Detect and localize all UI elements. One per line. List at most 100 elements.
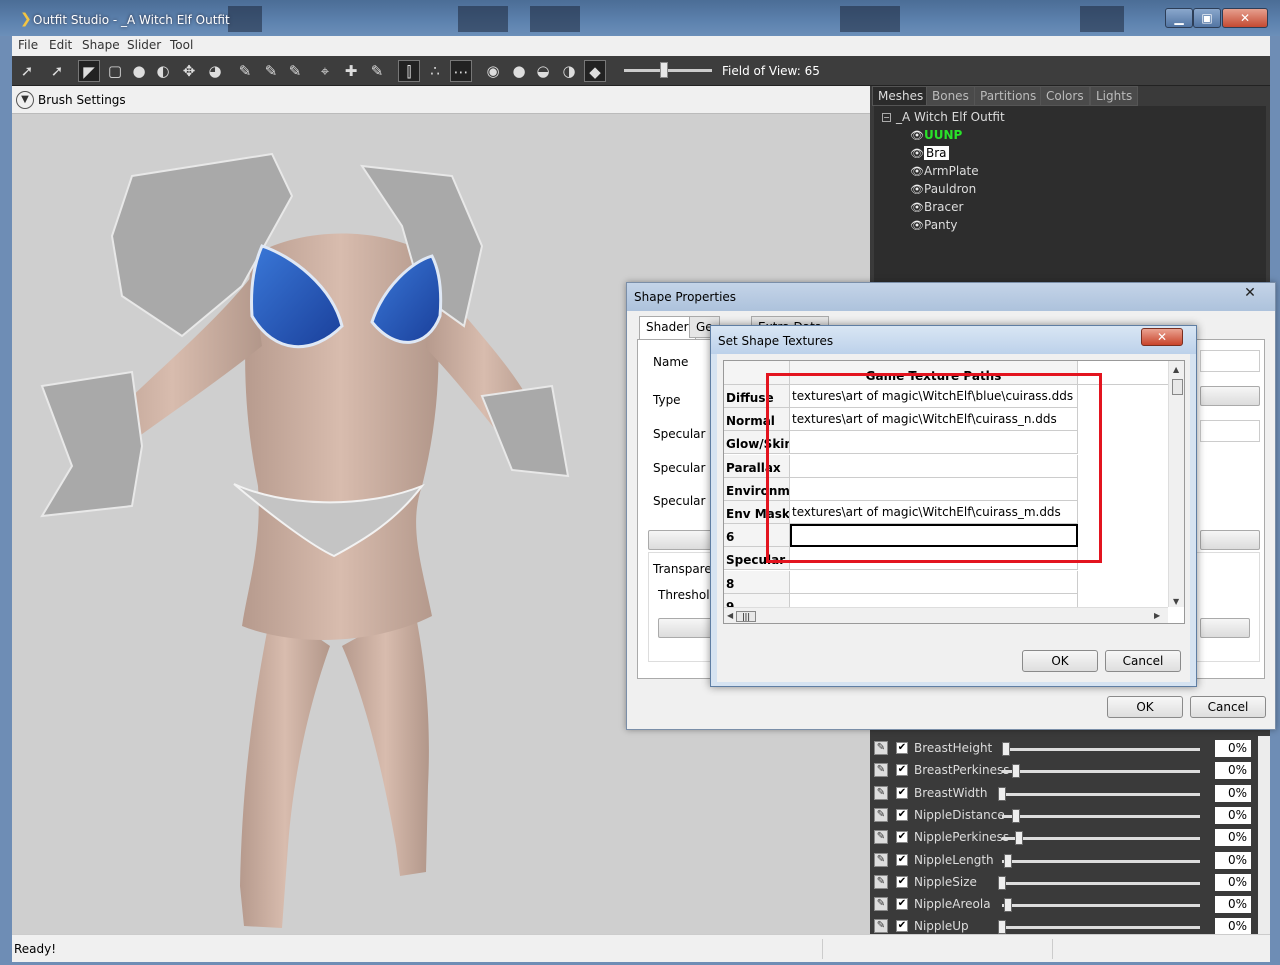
pivot-icon[interactable]: ⌖ bbox=[314, 60, 336, 82]
transform-icon[interactable]: ➚ bbox=[46, 60, 68, 82]
edit-slider-icon[interactable]: ✎ bbox=[874, 897, 888, 912]
visibility-eye-icon[interactable]: 👁 bbox=[910, 219, 924, 232]
edit-slider-icon[interactable]: ✎ bbox=[874, 852, 888, 867]
edit-slider-icon[interactable]: ✎ bbox=[874, 830, 888, 845]
slider-track[interactable] bbox=[1002, 859, 1200, 863]
tab-colors[interactable]: Colors bbox=[1040, 86, 1090, 106]
slider-thumb[interactable] bbox=[1015, 831, 1024, 846]
slider-thumb[interactable] bbox=[998, 786, 1006, 801]
slider-value[interactable]: 0% bbox=[1215, 762, 1251, 780]
slider-thumb[interactable] bbox=[1011, 764, 1020, 779]
scroll-left-icon[interactable]: ◀ bbox=[727, 611, 733, 620]
tab-lights[interactable]: Lights bbox=[1090, 86, 1139, 106]
inflate-icon[interactable]: ● bbox=[128, 60, 150, 82]
slider-value[interactable]: 0% bbox=[1215, 740, 1251, 757]
mesh-item[interactable]: 👁 Bra bbox=[910, 146, 949, 163]
move-icon[interactable]: ✥ bbox=[178, 60, 200, 82]
sphere-icon[interactable]: ● bbox=[508, 60, 530, 82]
collapse-icon[interactable]: − bbox=[882, 113, 891, 122]
smooth-icon[interactable]: ◕ bbox=[204, 60, 226, 82]
slider-list-scrollbar[interactable] bbox=[1258, 736, 1270, 934]
slider-checkbox[interactable]: ✔ bbox=[896, 808, 908, 821]
edit-slider-icon[interactable]: ✎ bbox=[874, 763, 888, 778]
title-bar[interactable]: ❯ Outfit Studio - _A Witch Elf Outfit ▁ … bbox=[0, 0, 1280, 36]
slider-row[interactable]: ✎ ✔ BreastWidth 0% bbox=[870, 783, 1258, 805]
edit-slider-icon[interactable]: ✎ bbox=[874, 919, 888, 934]
undiff-icon[interactable]: ✎ bbox=[234, 60, 256, 82]
slider-row[interactable]: ✎ ✔ NippleAreola 0% bbox=[870, 894, 1258, 916]
slider-checkbox[interactable]: ✔ bbox=[896, 742, 908, 754]
visibility-eye-icon[interactable]: 👁 bbox=[910, 201, 924, 214]
ok-button[interactable]: OK bbox=[1022, 650, 1098, 672]
dots-icon[interactable]: ∴ bbox=[424, 60, 446, 82]
color-icon[interactable]: ✎ bbox=[284, 60, 306, 82]
visibility-eye-icon[interactable]: 👁 bbox=[910, 183, 924, 196]
pin-icon[interactable]: ✚ bbox=[340, 60, 362, 82]
slider-row[interactable]: ✎ ✔ BreastPerkiness 0% bbox=[870, 760, 1258, 782]
specular-color-field[interactable] bbox=[1200, 420, 1260, 442]
cancel-button[interactable]: Cancel bbox=[1190, 696, 1266, 718]
slider-track[interactable] bbox=[1002, 792, 1200, 796]
menu-tool[interactable]: Tool bbox=[170, 38, 193, 52]
cube-icon[interactable]: ◆ bbox=[584, 60, 606, 82]
slider-row[interactable]: ✎ ✔ BreastHeight 0% bbox=[870, 738, 1258, 760]
slider-track[interactable] bbox=[1002, 926, 1200, 930]
edit-slider-icon[interactable]: ✎ bbox=[874, 785, 888, 800]
light-icon[interactable]: ◉ bbox=[482, 60, 504, 82]
close-icon[interactable]: ✕ bbox=[1141, 328, 1183, 346]
cancel-button[interactable]: Cancel bbox=[1105, 650, 1181, 672]
slider-value[interactable]: 0% bbox=[1215, 873, 1251, 891]
menu-file[interactable]: File bbox=[18, 38, 38, 52]
slider-track[interactable] bbox=[1002, 837, 1200, 841]
slider-value[interactable]: 0% bbox=[1215, 896, 1251, 914]
scroll-down-icon[interactable]: ▼ bbox=[1173, 597, 1179, 606]
slider-value[interactable]: 0% bbox=[1215, 851, 1251, 869]
menu-slider[interactable]: Slider bbox=[127, 38, 161, 52]
scroll-right-icon[interactable]: ▶ bbox=[1154, 611, 1160, 620]
slider-checkbox[interactable]: ✔ bbox=[896, 764, 908, 777]
scroll-thumb[interactable]: ||| bbox=[736, 611, 756, 622]
slider-thumb[interactable] bbox=[1001, 742, 1010, 756]
edit-slider-icon[interactable]: ✎ bbox=[874, 874, 888, 889]
slider-thumb[interactable] bbox=[998, 920, 1006, 935]
slider-value[interactable]: 0% bbox=[1215, 806, 1251, 824]
slider-checkbox[interactable]: ✔ bbox=[896, 853, 908, 866]
weight-icon[interactable]: ✎ bbox=[260, 60, 282, 82]
textures-button-right[interactable] bbox=[1200, 530, 1260, 550]
slider-track[interactable] bbox=[1002, 748, 1200, 751]
minimize-button[interactable]: ▁ bbox=[1165, 8, 1193, 28]
mirror-icon[interactable]: ⫿ bbox=[398, 60, 420, 82]
name-field[interactable] bbox=[1200, 350, 1260, 372]
select-icon[interactable]: ➚ bbox=[16, 60, 38, 82]
mask-icon[interactable]: ▢ bbox=[104, 60, 126, 82]
slider-checkbox[interactable]: ✔ bbox=[896, 920, 908, 933]
slider-value[interactable]: 0% bbox=[1215, 784, 1251, 802]
slider-checkbox[interactable]: ✔ bbox=[896, 898, 908, 911]
mesh-item[interactable]: 👁UUNP bbox=[910, 128, 962, 145]
maximize-button[interactable]: ▣ bbox=[1193, 8, 1221, 28]
texture-path-cell[interactable] bbox=[790, 570, 1078, 594]
slider-track[interactable] bbox=[1002, 904, 1200, 908]
slider-checkbox[interactable]: ✔ bbox=[896, 875, 908, 888]
type-dropdown[interactable] bbox=[1200, 386, 1260, 406]
set-shape-textures-titlebar[interactable]: Set Shape Textures ✕ bbox=[711, 326, 1196, 354]
slider-track[interactable] bbox=[1002, 881, 1200, 885]
tab-shader[interactable]: Shader bbox=[639, 316, 696, 340]
pen-icon[interactable]: ✎ bbox=[366, 60, 388, 82]
slider-track[interactable] bbox=[1002, 770, 1200, 774]
shape-properties-close-button[interactable]: ✕ bbox=[1227, 283, 1273, 303]
slider-value[interactable]: 0% bbox=[1215, 918, 1251, 936]
close-button[interactable]: ✕ bbox=[1222, 8, 1268, 28]
ok-button[interactable]: OK bbox=[1107, 696, 1183, 718]
slider-row[interactable]: ✎ ✔ NippleSize 0% bbox=[870, 872, 1258, 894]
tab-partitions[interactable]: Partitions bbox=[974, 86, 1043, 106]
brush-icon[interactable]: ◤ bbox=[78, 60, 100, 82]
visibility-eye-icon[interactable]: 👁 bbox=[910, 165, 924, 178]
slider-thumb[interactable] bbox=[998, 875, 1006, 890]
tree-root-outfit[interactable]: _A Witch Elf Outfit bbox=[896, 110, 1005, 124]
deflate-icon[interactable]: ◐ bbox=[152, 60, 174, 82]
slider-track[interactable] bbox=[1002, 814, 1200, 818]
tab-bones[interactable]: Bones bbox=[926, 86, 975, 106]
scroll-thumb[interactable] bbox=[1172, 379, 1183, 395]
slider-thumb[interactable] bbox=[1003, 853, 1012, 868]
